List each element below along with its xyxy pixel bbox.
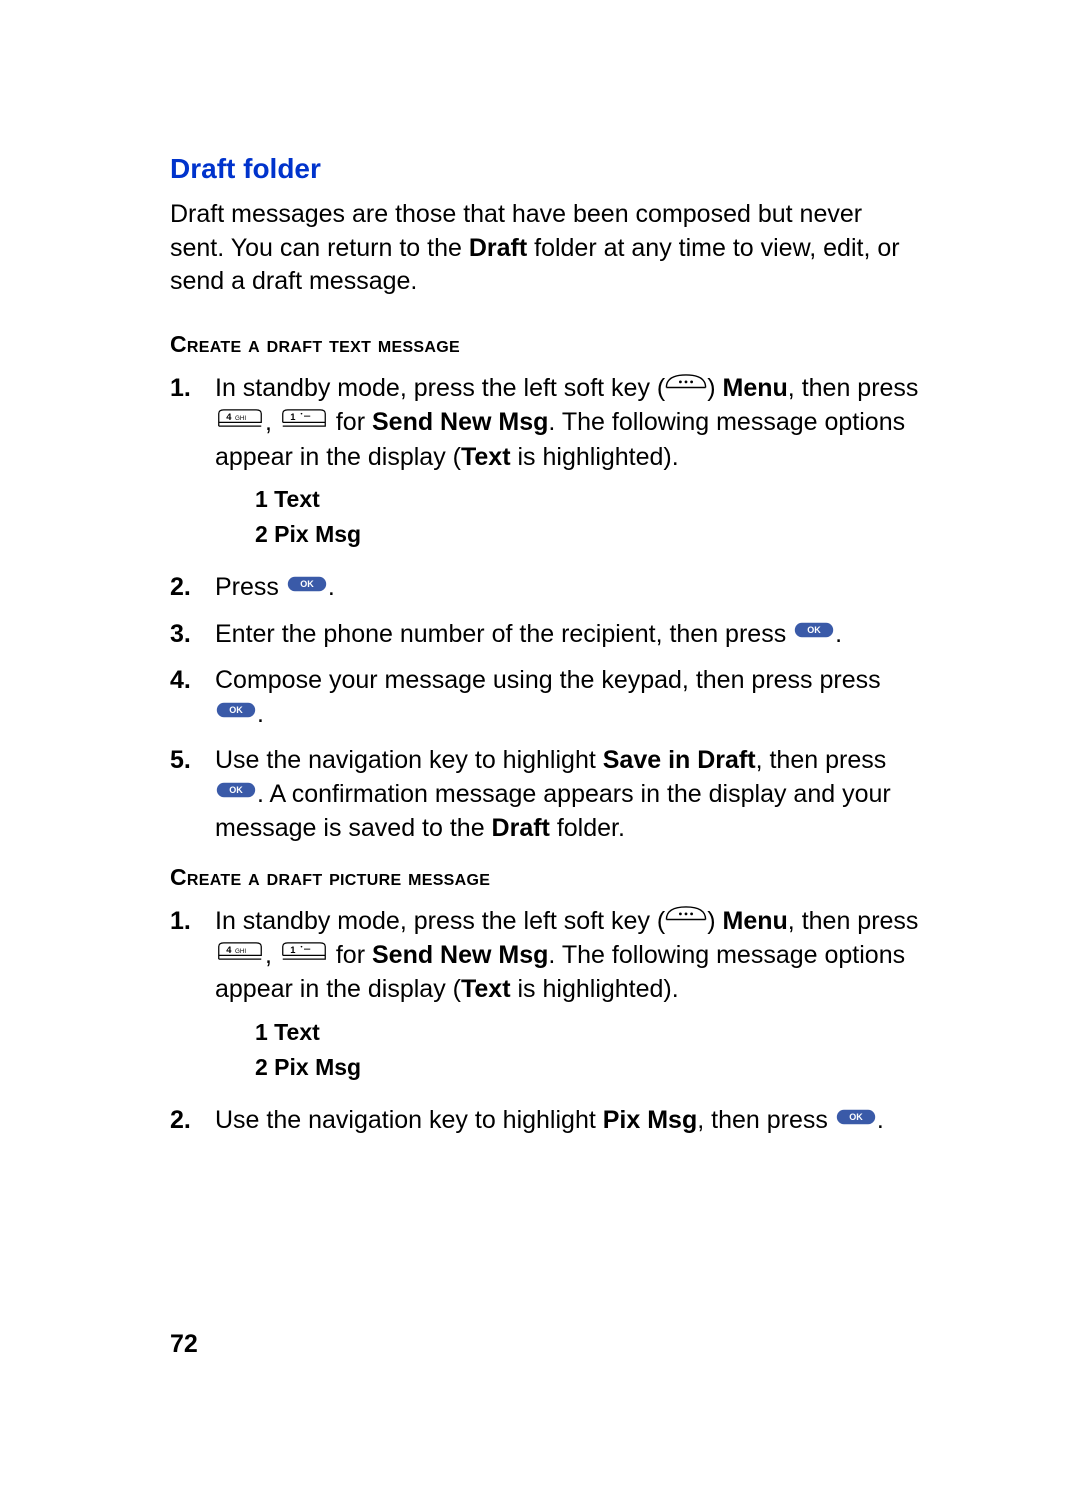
- send-new-msg-label: Send New Msg: [372, 408, 548, 436]
- step-item: 1. In standby mode, press the left soft …: [170, 905, 920, 1092]
- step-item: 5. Use the navigation key to highlight S…: [170, 744, 920, 846]
- intro-paragraph: Draft messages are those that have been …: [170, 198, 920, 299]
- step-number: 2.: [170, 1104, 215, 1138]
- ok-icon: [215, 777, 257, 811]
- step-item: 1. In standby mode, press the left soft …: [170, 372, 920, 559]
- key-4-icon: [215, 939, 265, 973]
- ok-icon: [215, 697, 257, 731]
- text: .: [328, 573, 335, 601]
- text: In standby mode, press the left soft key…: [215, 374, 665, 402]
- softkey-icon: [665, 904, 707, 938]
- softkey-icon: [665, 372, 707, 406]
- step-body: Compose your message using the keypad, t…: [215, 664, 920, 732]
- steps-list-text: 1. In standby mode, press the left soft …: [170, 372, 920, 846]
- page-number: 72: [170, 1328, 198, 1362]
- menu-label: Menu: [723, 374, 788, 402]
- text: ,: [265, 941, 279, 969]
- step-number: 4.: [170, 664, 215, 732]
- text: .: [877, 1106, 884, 1134]
- text-label: Text: [461, 975, 511, 1003]
- text: .: [257, 700, 264, 728]
- step-body: In standby mode, press the left soft key…: [215, 905, 920, 1092]
- intro-bold: Draft: [469, 234, 527, 262]
- text: for: [329, 941, 372, 969]
- step-item: 3. Enter the phone number of the recipie…: [170, 618, 920, 652]
- key-1-icon: [279, 406, 329, 440]
- text: In standby mode, press the left soft key…: [215, 907, 665, 935]
- text: , then press: [697, 1106, 835, 1134]
- ok-icon: [286, 571, 328, 605]
- option-list: 1 Text 2 Pix Msg: [255, 482, 920, 551]
- text: is highlighted).: [511, 975, 679, 1003]
- step-body: Use the navigation key to highlight Pix …: [215, 1104, 920, 1138]
- step-number: 2.: [170, 571, 215, 605]
- text: , then press: [788, 907, 919, 935]
- text: ): [707, 907, 722, 935]
- step-number: 5.: [170, 744, 215, 846]
- text: Use the navigation key to highlight: [215, 746, 603, 774]
- text: ): [707, 374, 722, 402]
- step-body: In standby mode, press the left soft key…: [215, 372, 920, 559]
- section-title: Draft folder: [170, 150, 920, 188]
- text: folder.: [550, 814, 625, 842]
- pix-msg-label: Pix Msg: [603, 1106, 697, 1134]
- save-in-draft-label: Save in Draft: [603, 746, 756, 774]
- ok-icon: [835, 1104, 877, 1138]
- text-label: Text: [461, 443, 511, 471]
- text: Press: [215, 573, 286, 601]
- key-1-icon: [279, 939, 329, 973]
- text: , then press: [756, 746, 887, 774]
- step-item: 2. Press .: [170, 571, 920, 605]
- send-new-msg-label: Send New Msg: [372, 941, 548, 969]
- step-body: Enter the phone number of the recipient,…: [215, 618, 920, 652]
- step-item: 2. Use the navigation key to highlight P…: [170, 1104, 920, 1138]
- step-number: 1.: [170, 372, 215, 559]
- step-body: Press .: [215, 571, 920, 605]
- subheading-create-text: Create a draft text message: [170, 329, 920, 360]
- key-4-icon: [215, 406, 265, 440]
- step-number: 1.: [170, 905, 215, 1092]
- step-body: Use the navigation key to highlight Save…: [215, 744, 920, 846]
- step-item: 4. Compose your message using the keypad…: [170, 664, 920, 732]
- text: Compose your message using the keypad, t…: [215, 666, 881, 694]
- option-2: 2 Pix Msg: [255, 521, 361, 547]
- option-list: 1 Text 2 Pix Msg: [255, 1015, 920, 1084]
- option-2: 2 Pix Msg: [255, 1054, 361, 1080]
- text: is highlighted).: [511, 443, 679, 471]
- text: ,: [265, 408, 279, 436]
- draft-label: Draft: [492, 814, 550, 842]
- text: .: [835, 620, 842, 648]
- menu-label: Menu: [723, 907, 788, 935]
- subheading-create-picture: Create a draft picture message: [170, 862, 920, 893]
- text: Use the navigation key to highlight: [215, 1106, 603, 1134]
- text: , then press: [788, 374, 919, 402]
- option-1: 1 Text: [255, 1019, 320, 1045]
- text: Enter the phone number of the recipient,…: [215, 620, 793, 648]
- steps-list-picture: 1. In standby mode, press the left soft …: [170, 905, 920, 1139]
- step-number: 3.: [170, 618, 215, 652]
- ok-icon: [793, 617, 835, 651]
- document-page: Draft folder Draft messages are those th…: [0, 0, 1080, 1492]
- text: for: [329, 408, 372, 436]
- option-1: 1 Text: [255, 486, 320, 512]
